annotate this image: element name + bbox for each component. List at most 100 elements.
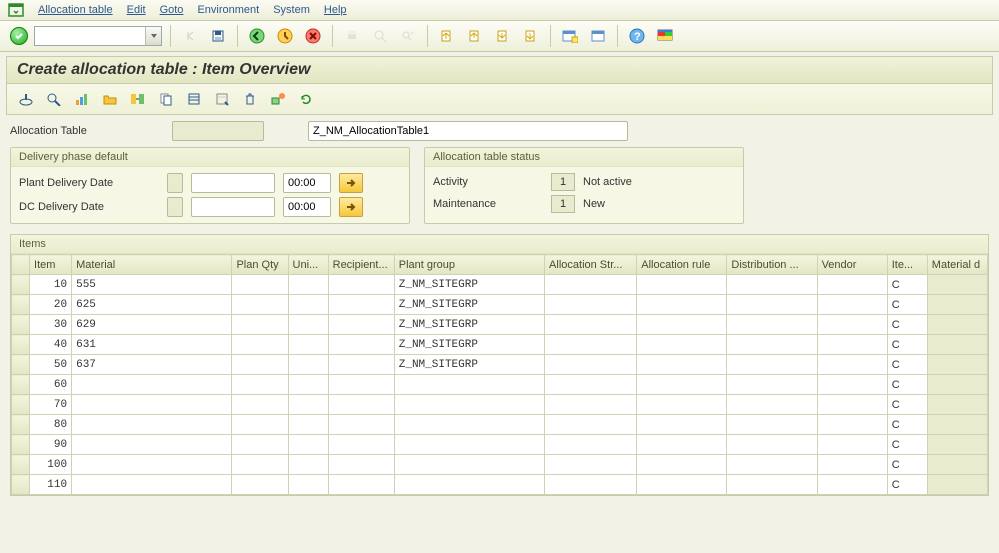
cell-material-d[interactable] [927,295,987,315]
cell-alloc-str[interactable] [545,435,637,455]
cell-plant-group[interactable] [394,435,544,455]
menu-help[interactable]: Help [324,4,347,16]
cell-alloc-str[interactable] [545,395,637,415]
chart-icon[interactable] [71,88,93,110]
cell-material-d[interactable] [927,275,987,295]
cell-material-d[interactable] [927,335,987,355]
cell-alloc-rule[interactable] [637,455,727,475]
cell-plan-qty[interactable] [232,315,288,335]
items-table[interactable]: Item Material Plan Qty Uni... Recipient.… [11,254,988,495]
cell-plan-qty[interactable] [232,455,288,475]
cell-recipient[interactable] [328,355,394,375]
cell-alloc-str[interactable] [545,475,637,495]
cell-alloc-rule[interactable] [637,415,727,435]
cell-plan-qty[interactable] [232,475,288,495]
cell-material[interactable] [72,415,232,435]
cell-plan-qty[interactable] [232,415,288,435]
cell-item[interactable]: 40 [30,335,72,355]
cell-ite[interactable]: C [887,315,927,335]
cell-material-d[interactable] [927,395,987,415]
cell-ite[interactable]: C [887,435,927,455]
cell-vendor[interactable] [817,375,887,395]
cell-recipient[interactable] [328,415,394,435]
cell-material[interactable] [72,395,232,415]
plant-delivery-time-field[interactable] [283,173,331,193]
cell-recipient[interactable] [328,315,394,335]
enter-button[interactable] [10,27,28,45]
cell-ite[interactable]: C [887,395,927,415]
cell-vendor[interactable] [817,355,887,375]
cell-plan-qty[interactable] [232,435,288,455]
cell-material[interactable] [72,435,232,455]
cell-distribution[interactable] [727,395,817,415]
col-alloc-rule[interactable]: Allocation rule [637,255,727,275]
cell-alloc-str[interactable] [545,275,637,295]
cell-recipient[interactable] [328,295,394,315]
cell-plant-group[interactable] [394,455,544,475]
cell-vendor[interactable] [817,395,887,415]
cell-distribution[interactable] [727,295,817,315]
cell-alloc-str[interactable] [545,355,637,375]
row-selector[interactable] [12,415,30,435]
cell-recipient[interactable] [328,375,394,395]
cell-material-d[interactable] [927,475,987,495]
row-selector[interactable] [12,435,30,455]
cell-plan-qty[interactable] [232,355,288,375]
cell-material[interactable]: 629 [72,315,232,335]
row-selector[interactable] [12,295,30,315]
cell-unit[interactable] [288,375,328,395]
cell-item[interactable]: 20 [30,295,72,315]
cell-vendor[interactable] [817,435,887,455]
generate-icon[interactable] [267,88,289,110]
dc-delivery-time-field[interactable] [283,197,331,217]
cell-ite[interactable]: C [887,275,927,295]
refresh-icon[interactable] [295,88,317,110]
cell-material-d[interactable] [927,355,987,375]
col-alloc-str[interactable]: Allocation Str... [545,255,637,275]
cell-ite[interactable]: C [887,335,927,355]
system-menu-icon[interactable] [8,3,24,17]
cell-unit[interactable] [288,355,328,375]
table-row[interactable]: 10555Z_NM_SITEGRPC [12,275,988,295]
cell-plan-qty[interactable] [232,375,288,395]
detail-icon[interactable] [43,88,65,110]
col-material-d[interactable]: Material d [927,255,987,275]
row-selector[interactable] [12,395,30,415]
delete-icon[interactable] [239,88,261,110]
cancel-icon[interactable] [302,25,324,47]
col-plan-qty[interactable]: Plan Qty [232,255,288,275]
cell-ite[interactable]: C [887,455,927,475]
table-row[interactable]: 80C [12,415,988,435]
command-field[interactable] [34,26,162,46]
command-input[interactable] [35,27,145,45]
cell-distribution[interactable] [727,315,817,335]
cell-material-d[interactable] [927,315,987,335]
cell-item[interactable]: 30 [30,315,72,335]
dc-delivery-date-field[interactable] [191,197,275,217]
table-row[interactable]: 100C [12,455,988,475]
cell-material-d[interactable] [927,455,987,475]
cell-distribution[interactable] [727,455,817,475]
cell-vendor[interactable] [817,275,887,295]
cell-alloc-str[interactable] [545,335,637,355]
cell-alloc-rule[interactable] [637,395,727,415]
cell-alloc-rule[interactable] [637,335,727,355]
cell-unit[interactable] [288,395,328,415]
table-row[interactable]: 110 C [12,475,988,495]
cell-alloc-rule[interactable] [637,475,727,495]
cell-material[interactable]: 555 [72,275,232,295]
cell-item[interactable]: 90 [30,435,72,455]
cell-item[interactable]: 110 [30,475,72,495]
cell-item[interactable]: 80 [30,415,72,435]
deselect-icon[interactable] [211,88,233,110]
cell-ite[interactable]: C [887,475,927,495]
cell-ite[interactable]: C [887,355,927,375]
cell-material[interactable]: 625 [72,295,232,315]
cell-unit[interactable] [288,475,328,495]
table-row[interactable]: 50637Z_NM_SITEGRPC [12,355,988,375]
col-distribution[interactable]: Distribution ... [727,255,817,275]
cell-distribution[interactable] [727,355,817,375]
cell-plan-qty[interactable] [232,295,288,315]
exit-icon[interactable] [274,25,296,47]
col-plant-group[interactable]: Plant group [394,255,544,275]
